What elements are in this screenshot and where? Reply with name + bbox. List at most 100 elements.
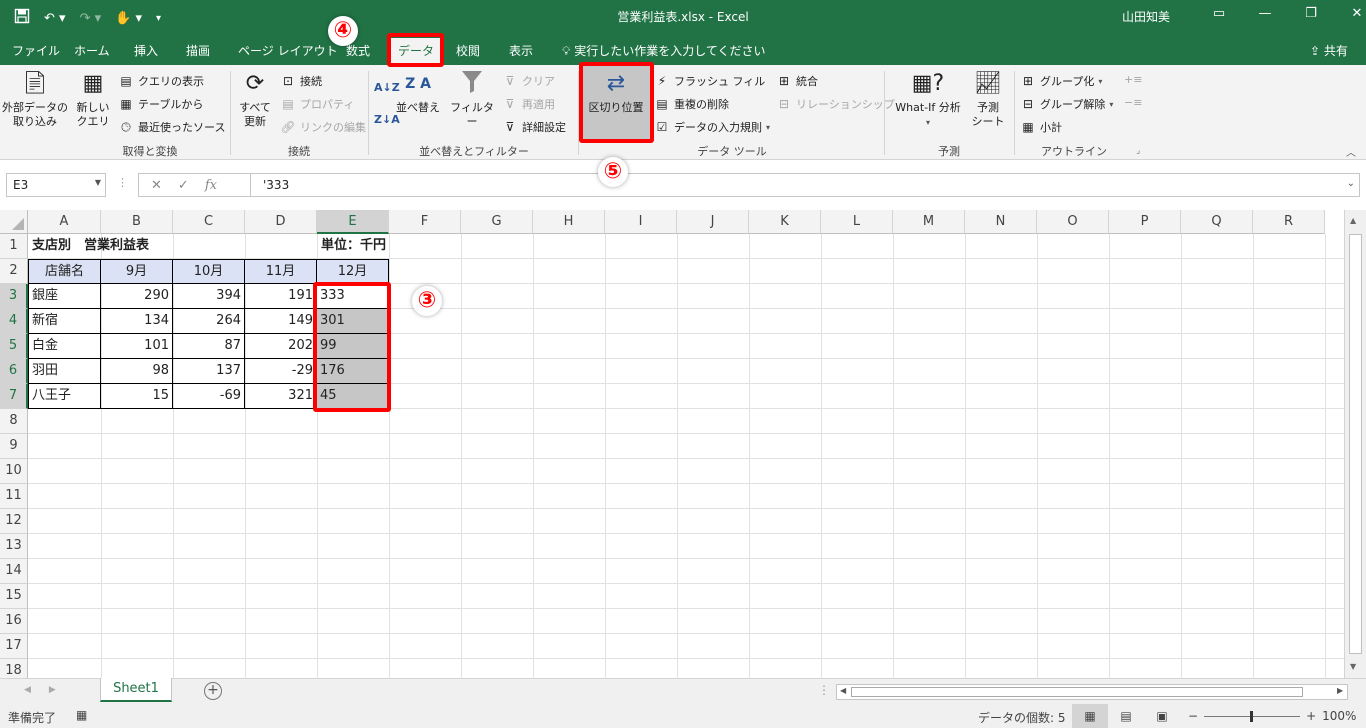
table-header-cell[interactable]: 12月	[317, 259, 389, 284]
touch-mode-icon[interactable]: ✋ ▾	[115, 11, 142, 26]
forecast-sheet-button[interactable]: 📈︎ 予測 シート	[968, 69, 1008, 129]
table-cell[interactable]: 羽田	[28, 359, 101, 384]
tab-page-layout[interactable]: ページ レイアウト	[238, 42, 338, 59]
tab-view[interactable]: 表示	[509, 42, 533, 59]
table-cell[interactable]: 264	[173, 309, 245, 334]
tab-file[interactable]: ファイル	[12, 42, 60, 59]
row-header[interactable]: 1	[0, 234, 28, 259]
sort-button[interactable]: Z A 並べ替え	[396, 69, 440, 115]
table-cell[interactable]: 銀座	[28, 284, 101, 309]
zoom-level[interactable]: 100%	[1322, 709, 1356, 723]
scroll-thumb[interactable]	[851, 687, 1303, 697]
row-header[interactable]: 6	[0, 359, 28, 384]
vertical-scrollbar[interactable]: ▲ ▼	[1344, 210, 1366, 678]
tab-insert[interactable]: 挿入	[134, 42, 158, 59]
table-cell[interactable]: 15	[101, 384, 173, 409]
data-validation-button[interactable]: ☑ データの入力規則 ▾	[654, 117, 770, 137]
row-header[interactable]: 18	[0, 659, 28, 678]
get-external-data-button[interactable]: 📄︎ 外部データの 取り込み	[2, 69, 68, 129]
show-queries-button[interactable]: ▤ クエリの表示	[118, 71, 204, 91]
column-header[interactable]: H	[533, 210, 605, 234]
zoom-out-icon[interactable]: −	[1188, 709, 1198, 723]
add-sheet-icon[interactable]: +	[204, 682, 222, 700]
macro-record-icon[interactable]: ▦	[76, 708, 87, 722]
flash-fill-button[interactable]: ⚡︎ フラッシュ フィル	[654, 71, 766, 91]
table-cell[interactable]: 87	[173, 334, 245, 359]
table-cell[interactable]: 394	[173, 284, 245, 309]
count-summary[interactable]: データの個数: 5	[978, 709, 1066, 726]
table-cell[interactable]: 137	[173, 359, 245, 384]
row-header[interactable]: 4	[0, 309, 28, 334]
column-header[interactable]: D	[245, 210, 317, 234]
row-header[interactable]: 5	[0, 334, 28, 359]
column-header[interactable]: M	[893, 210, 965, 234]
column-header[interactable]: I	[605, 210, 677, 234]
customize-icon[interactable]: ▾	[156, 13, 161, 24]
scroll-thumb[interactable]	[1349, 234, 1362, 654]
next-sheet-icon[interactable]: ▶	[49, 685, 56, 695]
zoom-slider[interactable]	[1204, 710, 1301, 722]
table-cell[interactable]: 101	[101, 334, 173, 359]
prev-sheet-icon[interactable]: ◀	[24, 685, 31, 695]
column-header[interactable]: N	[965, 210, 1037, 234]
table-cell[interactable]: 321	[245, 384, 317, 409]
worksheet-grid[interactable]: ABCDEFGHIJKLMNOPQR 1 2 3 4 5 6 7 8 9 10 11 12 13 14 15…	[0, 210, 1366, 678]
table-cell[interactable]: 202	[245, 334, 317, 359]
row-header[interactable]: 9	[0, 434, 28, 459]
select-all-button[interactable]	[0, 210, 28, 234]
column-header[interactable]: F	[389, 210, 461, 234]
row-header[interactable]: 12	[0, 509, 28, 534]
row-header[interactable]: 3	[0, 284, 28, 309]
tab-formulas[interactable]: 数式	[346, 42, 370, 59]
formula-input[interactable]: '333 ⌄	[250, 173, 1360, 197]
subtotal-button[interactable]: ▦ 小計	[1020, 117, 1062, 137]
table-cell[interactable]: 98	[101, 359, 173, 384]
table-cell[interactable]: 191	[245, 284, 317, 309]
undo-icon[interactable]: ↶ ▾	[44, 11, 66, 26]
row-header[interactable]: 10	[0, 459, 28, 484]
what-if-analysis-button[interactable]: ▦? What-If 分析 ▾	[888, 69, 968, 130]
table-header-cell[interactable]: 店舗名	[28, 259, 101, 284]
tab-draw[interactable]: 描画	[186, 42, 210, 59]
unit-label[interactable]: 単位：千円	[245, 234, 389, 259]
table-cell[interactable]: 白金	[28, 334, 101, 359]
table-header-cell[interactable]: 10月	[173, 259, 245, 284]
save-icon[interactable]	[14, 8, 30, 28]
row-header[interactable]: 17	[0, 634, 28, 659]
enter-icon[interactable]: ✓	[178, 178, 189, 193]
from-table-button[interactable]: ▦ テーブルから	[118, 94, 203, 114]
row-header[interactable]: 13	[0, 534, 28, 559]
restore-icon[interactable]: ❐	[1288, 6, 1334, 21]
column-header[interactable]: K	[749, 210, 821, 234]
table-header-cell[interactable]: 11月	[245, 259, 317, 284]
scroll-left-icon[interactable]: ◀	[840, 686, 846, 695]
ribbon-display-icon[interactable]: ▭	[1196, 6, 1242, 21]
table-cell[interactable]: 八王子	[28, 384, 101, 409]
sheet-tab[interactable]: Sheet1	[100, 678, 172, 702]
table-cell[interactable]: 149	[245, 309, 317, 334]
row-header[interactable]: 7	[0, 384, 28, 409]
column-header[interactable]: J	[677, 210, 749, 234]
recent-sources-button[interactable]: 🕒︎ 最近使ったソース	[118, 117, 225, 137]
collapse-ribbon-icon[interactable]: ︿	[1346, 141, 1356, 161]
table-cell[interactable]: 134	[101, 309, 173, 334]
row-header[interactable]: 11	[0, 484, 28, 509]
chevron-down-icon[interactable]: ▼	[95, 178, 101, 187]
consolidate-button[interactable]: ⊞ 統合	[776, 71, 818, 91]
filter-button[interactable]: フィルター	[448, 69, 496, 129]
column-header[interactable]: Q	[1181, 210, 1253, 234]
scroll-down-icon[interactable]: ▼	[1350, 662, 1356, 671]
column-header[interactable]: E	[317, 210, 389, 234]
column-header[interactable]: L	[821, 210, 893, 234]
expand-formula-icon[interactable]: ⌄	[1347, 178, 1355, 189]
minimize-icon[interactable]: —	[1242, 6, 1288, 21]
table-cell[interactable]: 290	[101, 284, 173, 309]
row-header[interactable]: 8	[0, 409, 28, 434]
share-button[interactable]: ⇪ 共有	[1310, 42, 1348, 59]
name-box[interactable]: E3 ▼	[6, 173, 106, 197]
table-cell[interactable]: -69	[173, 384, 245, 409]
normal-view-icon[interactable]: ▦	[1072, 704, 1108, 728]
row-header[interactable]: 2	[0, 259, 28, 284]
cancel-icon[interactable]: ✕	[151, 178, 162, 193]
new-query-button[interactable]: ▦ 新しい クエリ	[72, 69, 114, 129]
